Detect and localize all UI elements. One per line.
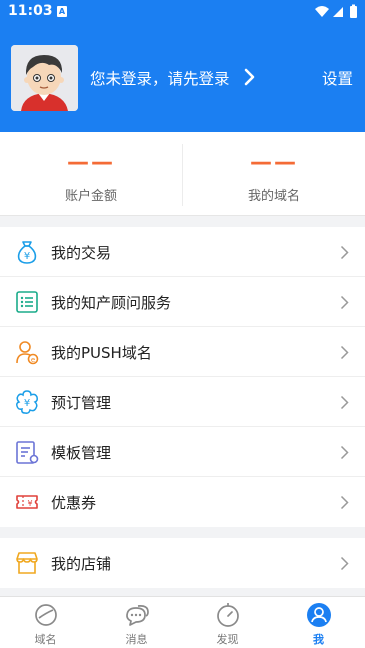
tab-me[interactable]: 我	[273, 597, 364, 648]
chevron-right-icon	[340, 295, 349, 310]
profile-header: 您未登录，请先登录 设置	[0, 24, 365, 132]
chevron-right-icon	[340, 445, 349, 460]
stat-value: ——	[67, 150, 115, 175]
menu-item-my-transactions[interactable]: ¥ 我的交易	[0, 227, 365, 277]
menu-item-reservations[interactable]: ¥ 预订管理	[0, 377, 365, 427]
stat-value: ——	[250, 150, 298, 175]
profile-icon	[307, 603, 331, 627]
signal-icon	[333, 7, 343, 17]
menu-item-coupons[interactable]: ¥ 优惠券	[0, 477, 365, 527]
tab-label: 消息	[125, 633, 148, 646]
menu-item-label: 我的交易	[51, 244, 112, 262]
message-icon	[126, 605, 149, 626]
tab-discover[interactable]: 发现	[182, 597, 273, 648]
list-icon	[16, 291, 38, 313]
template-icon	[16, 441, 39, 464]
svg-text:e: e	[31, 356, 35, 364]
account-stats: —— 账户金额 —— 我的域名	[0, 132, 365, 216]
bottom-tab-bar: 域名 消息 发现 我	[0, 596, 365, 648]
yen-flower-icon: ¥	[16, 390, 38, 414]
chevron-right-icon	[340, 395, 349, 410]
menu-item-label: 我的知产顾问服务	[51, 294, 172, 312]
stat-label: 我的域名	[247, 189, 300, 204]
chevron-right-icon	[340, 345, 349, 360]
status-bar: 11:03 A	[0, 0, 365, 24]
menu-item-ip-consulting[interactable]: 我的知产顾问服务	[0, 277, 365, 327]
tab-domains[interactable]: 域名	[0, 597, 91, 648]
stat-label: 账户金额	[64, 189, 117, 204]
avatar-cartoon-icon	[11, 45, 78, 111]
svg-text:¥: ¥	[24, 398, 30, 409]
tab-label: 域名	[34, 633, 57, 646]
menu-group-store: 我的店铺	[0, 538, 365, 588]
compass-icon	[217, 603, 239, 627]
avatar[interactable]	[11, 45, 78, 111]
menu-item-label: 优惠券	[51, 494, 97, 512]
coupon-icon: ¥	[16, 495, 38, 509]
menu-item-templates[interactable]: 模板管理	[0, 427, 365, 477]
chevron-right-icon[interactable]	[243, 68, 257, 86]
login-prompt-link[interactable]: 您未登录，请先登录	[90, 67, 230, 89]
menu-item-push-domains[interactable]: e 我的PUSH域名	[0, 327, 365, 377]
chevron-right-icon	[340, 495, 349, 510]
domain-planet-icon	[35, 604, 57, 626]
wifi-icon	[315, 6, 329, 17]
chevron-right-icon	[340, 556, 349, 571]
chevron-right-icon	[340, 245, 349, 260]
menu-item-label: 模板管理	[51, 444, 112, 462]
svg-text:¥: ¥	[24, 251, 30, 262]
tab-label: 我	[313, 633, 324, 646]
money-bag-icon: ¥	[17, 241, 37, 264]
menu-item-my-store[interactable]: 我的店铺	[0, 538, 365, 588]
menu-item-label: 预订管理	[51, 394, 112, 412]
tab-label: 发现	[216, 633, 239, 646]
stat-my-domains[interactable]: —— 我的域名	[183, 132, 365, 216]
system-status-icons	[315, 4, 357, 18]
status-time: 11:03	[8, 3, 53, 19]
battery-icon	[350, 6, 357, 18]
user-push-icon: e	[16, 341, 39, 365]
menu-item-label: 我的PUSH域名	[51, 344, 152, 362]
store-icon	[16, 552, 38, 574]
svg-text:¥: ¥	[27, 499, 32, 508]
tab-messages[interactable]: 消息	[91, 597, 182, 648]
stat-account-balance[interactable]: —— 账户金额	[0, 132, 182, 216]
menu-group-main: ¥ 我的交易 我的知产顾问服务 e 我的PUSH域名 ¥ 预订管理 模板管理 ¥…	[0, 227, 365, 527]
settings-button[interactable]: 设置	[322, 67, 353, 89]
menu-item-label: 我的店铺	[51, 555, 112, 573]
notification-icon: A	[57, 6, 67, 17]
